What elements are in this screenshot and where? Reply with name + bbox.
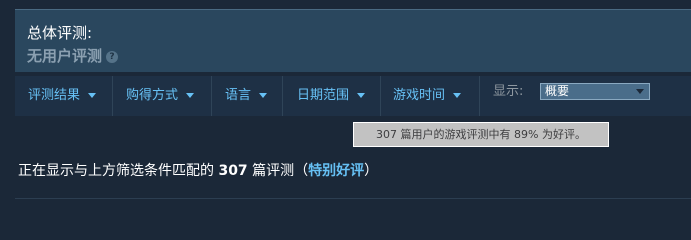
results-close: ） bbox=[364, 163, 379, 179]
filter-review-type-label: 评测结果 bbox=[28, 88, 81, 103]
display-label: 显示: bbox=[493, 84, 524, 99]
review-summary-panel: 总体评测: 无用户评测? bbox=[15, 9, 691, 72]
chevron-down-icon bbox=[636, 89, 644, 94]
filter-divider bbox=[282, 76, 283, 116]
rating-label[interactable]: 特别好评 bbox=[308, 163, 364, 179]
filter-date-range[interactable]: 日期范围 bbox=[297, 76, 366, 116]
display-select-value: 概要 bbox=[545, 84, 570, 98]
review-tooltip: 307 篇用户的游戏评测中有 89% 为好评。 bbox=[353, 122, 609, 147]
overall-reviews-summary: 无用户评测? bbox=[27, 45, 119, 66]
display-select[interactable]: 概要 bbox=[540, 83, 650, 100]
results-count: 307 bbox=[218, 163, 248, 179]
filter-purchase-type-label: 购得方式 bbox=[126, 88, 179, 103]
results-prefix: 正在显示与上方筛选条件匹配的 bbox=[18, 163, 214, 179]
filter-language-label: 语言 bbox=[225, 88, 252, 103]
filter-playtime[interactable]: 游戏时间 bbox=[393, 76, 462, 116]
chevron-down-icon bbox=[259, 93, 268, 98]
divider bbox=[15, 198, 691, 199]
results-suffix: 篇评测（ bbox=[252, 163, 309, 179]
filter-divider bbox=[380, 76, 381, 116]
chevron-down-icon bbox=[453, 93, 462, 98]
overall-reviews-title: 总体评测: bbox=[27, 24, 93, 42]
filter-purchase-type[interactable]: 购得方式 bbox=[126, 76, 195, 116]
filter-divider bbox=[479, 76, 480, 116]
results-summary: 正在显示与上方筛选条件匹配的 307 篇评测（特别好评） bbox=[18, 160, 378, 180]
filter-playtime-label: 游戏时间 bbox=[393, 88, 446, 103]
filter-review-type[interactable]: 评测结果 bbox=[28, 76, 97, 116]
summary-text: 无用户评测 bbox=[27, 47, 103, 65]
chevron-down-icon bbox=[186, 93, 195, 98]
filter-language[interactable]: 语言 bbox=[225, 76, 268, 116]
filter-date-range-label: 日期范围 bbox=[297, 88, 350, 103]
help-icon[interactable]: ? bbox=[106, 50, 119, 63]
filter-divider bbox=[112, 76, 113, 116]
chevron-down-icon bbox=[88, 93, 97, 98]
chevron-down-icon bbox=[357, 93, 366, 98]
review-filter-bar: 评测结果 购得方式 语言 日期范围 游戏时间 显示: 概要 bbox=[15, 76, 691, 116]
filter-divider bbox=[211, 76, 212, 116]
